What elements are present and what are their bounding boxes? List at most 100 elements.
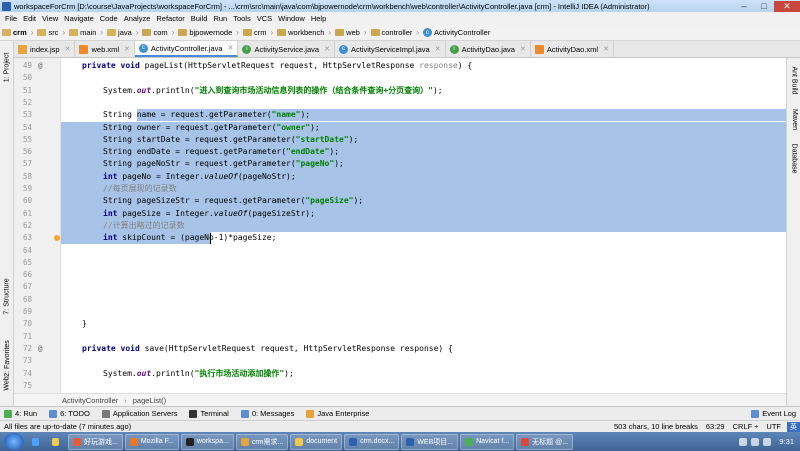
tab-activitycontroller[interactable]: c ActivityController.java ✕ [134, 41, 239, 57]
run-tool-button[interactable]: 4: Run [4, 409, 37, 418]
flag-icon[interactable] [763, 437, 772, 446]
xml-file-icon [534, 44, 544, 54]
left-tool-strip: 1: Project 7: Structure 2: Favorites Web [0, 41, 14, 406]
taskbar-pinned-ie[interactable] [28, 434, 46, 450]
caret-position[interactable]: 63:29 [706, 422, 725, 431]
close-tab-icon[interactable]: ✕ [435, 45, 441, 53]
java-enterprise-tool-button[interactable]: Java Enterprise [306, 409, 369, 418]
maven-tool-tab[interactable]: Maven [787, 104, 800, 134]
taskbar-app[interactable]: Navicat f... [460, 433, 515, 450]
project-tool-tab[interactable]: 1: Project [0, 47, 14, 87]
menu-build[interactable]: Build [188, 14, 211, 23]
taskbar-app[interactable]: crm.docx... [344, 433, 400, 450]
folder-icon [69, 29, 79, 36]
crumb-com[interactable]: com › [142, 28, 178, 37]
folder-icon [52, 437, 59, 446]
menu-vcs[interactable]: VCS [254, 14, 275, 23]
taskbar-app[interactable]: workspa... [180, 433, 234, 450]
volume-icon[interactable] [751, 437, 760, 446]
event-log-button[interactable]: Event Log [751, 409, 796, 418]
crumb-workbench[interactable]: workbench › [277, 28, 335, 37]
tab-index-jsp[interactable]: index.jsp ✕ [14, 41, 76, 57]
crumb-web[interactable]: web › [335, 28, 370, 37]
menu-help[interactable]: Help [308, 14, 329, 23]
taskbar-app[interactable]: WEB项目... [401, 433, 459, 450]
code-line: //每页展现的记录数 [61, 183, 786, 196]
taskbar-app[interactable]: Mozilla F... [124, 433, 179, 450]
close-button[interactable]: ✕ [774, 0, 800, 12]
gutter-line: 56 [22, 147, 32, 157]
menu-view[interactable]: View [39, 14, 61, 23]
clock[interactable]: 9:31 [779, 437, 794, 446]
intention-bulb-icon[interactable] [54, 235, 60, 242]
messages-tool-button[interactable]: 0: Messages [240, 409, 294, 418]
gutter-line: 50 [22, 73, 32, 83]
crumb-activitycontroller[interactable]: c ActivityController [423, 28, 490, 37]
minimize-button[interactable]: – [734, 1, 754, 12]
gutter-line: 54 [22, 122, 32, 132]
crumb-crm-package[interactable]: crm › [242, 28, 277, 37]
crumb-controller[interactable]: controller › [370, 28, 424, 37]
terminal-tool-button[interactable]: Terminal [189, 409, 229, 418]
class-icon: c [138, 43, 148, 53]
network-icon[interactable] [739, 437, 748, 446]
taskbar-pinned-explorer[interactable] [48, 434, 66, 450]
server-icon [101, 409, 110, 418]
start-button[interactable] [4, 433, 24, 450]
gutter-line: 55 [22, 134, 32, 144]
structure-tool-tab[interactable]: 7: Structure [0, 266, 14, 326]
tab-activityserviceimpl[interactable]: c ActivityServiceImpl.java ✕ [335, 41, 446, 57]
crumb-main[interactable]: main › [69, 28, 107, 37]
gutter-line: 66 [22, 270, 32, 280]
code-line: System.out.println("执行市场活动添加操作"); [103, 368, 294, 378]
file-encoding[interactable]: UTF [766, 422, 781, 431]
ant-build-tool-tab[interactable]: Ant Build [787, 60, 800, 100]
window-title: workspaceForCrm [D:\course\JavaProjects\… [14, 1, 650, 11]
line-separator[interactable]: CRLF ÷ [733, 422, 759, 431]
taskbar-app[interactable]: document [290, 433, 343, 450]
close-tab-icon[interactable]: ✕ [324, 45, 330, 53]
editor-crumb-method[interactable]: pageList() [133, 396, 166, 405]
crumb-crm[interactable]: crm › [2, 28, 37, 37]
crumb-src[interactable]: src › [37, 28, 69, 37]
close-tab-icon[interactable]: ✕ [65, 45, 71, 53]
web-tool-tab[interactable]: Web [0, 371, 14, 396]
code-editor[interactable]: private void pageList(HttpServletRequest… [61, 58, 786, 393]
taskbar-app[interactable]: 好玩游戏... [68, 433, 123, 450]
gutter-line: 75 [22, 380, 32, 390]
code-line: String name = request.getParameter("name… [61, 109, 786, 122]
crumb-bjpowernode[interactable]: bjpowernode › [178, 28, 243, 37]
app-servers-tool-button[interactable]: Application Servers [101, 409, 177, 418]
close-tab-icon[interactable]: ✕ [520, 45, 526, 53]
tab-web-xml[interactable]: web.xml ✕ [75, 41, 135, 57]
database-tool-tab[interactable]: Database [787, 138, 800, 178]
editor-crumb-class[interactable]: ActivityController [62, 396, 118, 405]
tab-activityservice[interactable]: i ActivityService.java ✕ [238, 41, 335, 57]
taskbar-app[interactable]: crm需求... [235, 433, 289, 450]
menu-code[interactable]: Code [97, 14, 121, 23]
tab-activitydao-xml[interactable]: ActivityDao.xml ✕ [531, 41, 614, 57]
menu-analyze[interactable]: Analyze [121, 14, 154, 23]
menu-window[interactable]: Window [275, 14, 308, 23]
menu-edit[interactable]: Edit [20, 14, 39, 23]
gutter-line: 58 [22, 171, 32, 181]
menu-navigate[interactable]: Navigate [61, 14, 97, 23]
close-tab-icon[interactable]: ✕ [124, 45, 130, 53]
menu-tools[interactable]: Tools [230, 14, 254, 23]
taskbar-app[interactable]: 无标题 @... [516, 433, 574, 450]
maximize-button[interactable]: □ [754, 1, 774, 12]
crumb-java[interactable]: java › [107, 28, 142, 37]
text-caret [210, 233, 211, 245]
menu-run[interactable]: Run [210, 14, 230, 23]
menu-refactor[interactable]: Refactor [153, 14, 187, 23]
gutter-line: 74 [22, 368, 32, 378]
xml-file-icon [79, 44, 89, 54]
navicat-icon [465, 437, 474, 446]
ime-indicator[interactable]: 英 [787, 421, 800, 432]
menu-file[interactable]: File [2, 14, 20, 23]
close-tab-icon[interactable]: ✕ [603, 45, 609, 53]
package-icon [370, 29, 380, 36]
todo-tool-button[interactable]: 6: TODO [49, 409, 90, 418]
close-tab-icon[interactable]: ✕ [228, 44, 234, 52]
tab-activitydao[interactable]: i ActivityDao.java ✕ [446, 41, 531, 57]
